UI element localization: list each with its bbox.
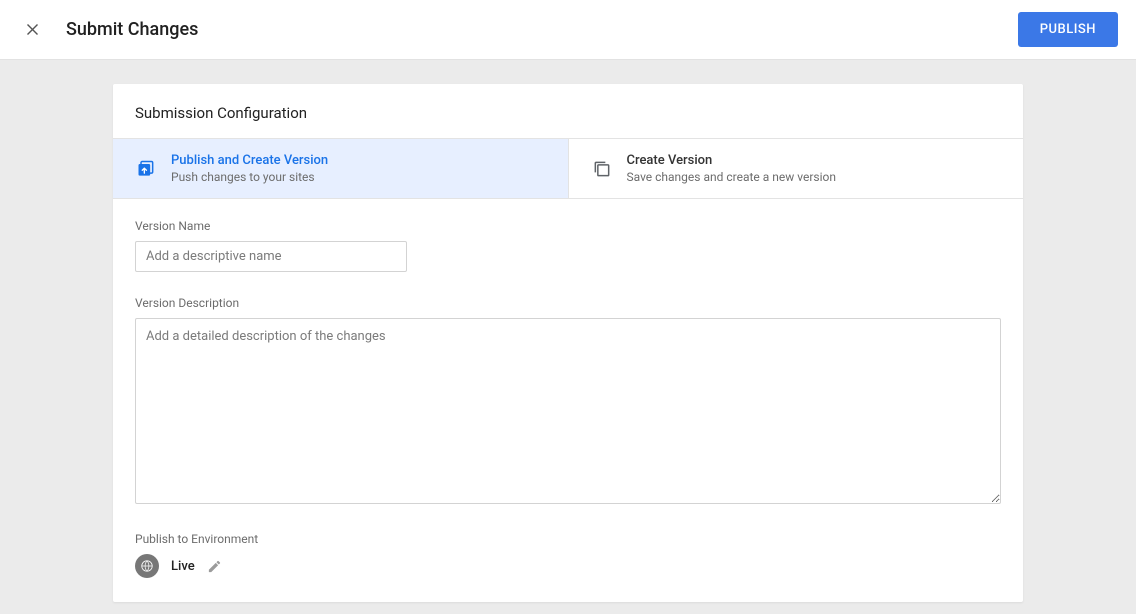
card-header: Submission Configuration — [113, 84, 1023, 138]
page-title: Submit Changes — [66, 19, 1018, 40]
option-sub: Push changes to your sites — [171, 170, 328, 184]
pencil-icon — [207, 559, 222, 574]
option-create-version[interactable]: Create Version Save changes and create a… — [568, 139, 1024, 198]
option-title: Create Version — [627, 153, 836, 168]
option-publish-create[interactable]: Publish and Create Version Push changes … — [113, 139, 568, 198]
version-stack-icon — [591, 158, 613, 180]
submission-card: Submission Configuration Publish and Cre… — [113, 84, 1023, 602]
environment-row: Live — [135, 554, 1001, 578]
publish-upload-icon — [135, 158, 157, 180]
version-name-input[interactable] — [135, 241, 407, 272]
version-desc-input[interactable] — [135, 318, 1001, 504]
content: Submission Configuration Publish and Cre… — [0, 60, 1136, 602]
publish-button[interactable]: PUBLISH — [1018, 12, 1118, 47]
option-texts: Publish and Create Version Push changes … — [171, 153, 328, 184]
edit-environment-button[interactable] — [207, 559, 222, 574]
option-title: Publish and Create Version — [171, 153, 328, 168]
form-body: Version Name Version Description Publish… — [113, 199, 1023, 602]
version-desc-block: Version Description — [135, 296, 1001, 508]
option-row: Publish and Create Version Push changes … — [113, 138, 1023, 199]
option-texts: Create Version Save changes and create a… — [627, 153, 836, 184]
option-sub: Save changes and create a new version — [627, 170, 836, 184]
environment-label: Publish to Environment — [135, 532, 1001, 546]
close-button[interactable] — [18, 16, 46, 44]
close-icon — [25, 22, 40, 37]
live-badge-icon — [135, 554, 159, 578]
environment-name: Live — [171, 559, 195, 574]
version-name-label: Version Name — [135, 219, 1001, 233]
topbar: Submit Changes PUBLISH — [0, 0, 1136, 60]
version-name-block: Version Name — [135, 219, 1001, 272]
version-desc-label: Version Description — [135, 296, 1001, 310]
environment-block: Publish to Environment Live — [135, 532, 1001, 578]
